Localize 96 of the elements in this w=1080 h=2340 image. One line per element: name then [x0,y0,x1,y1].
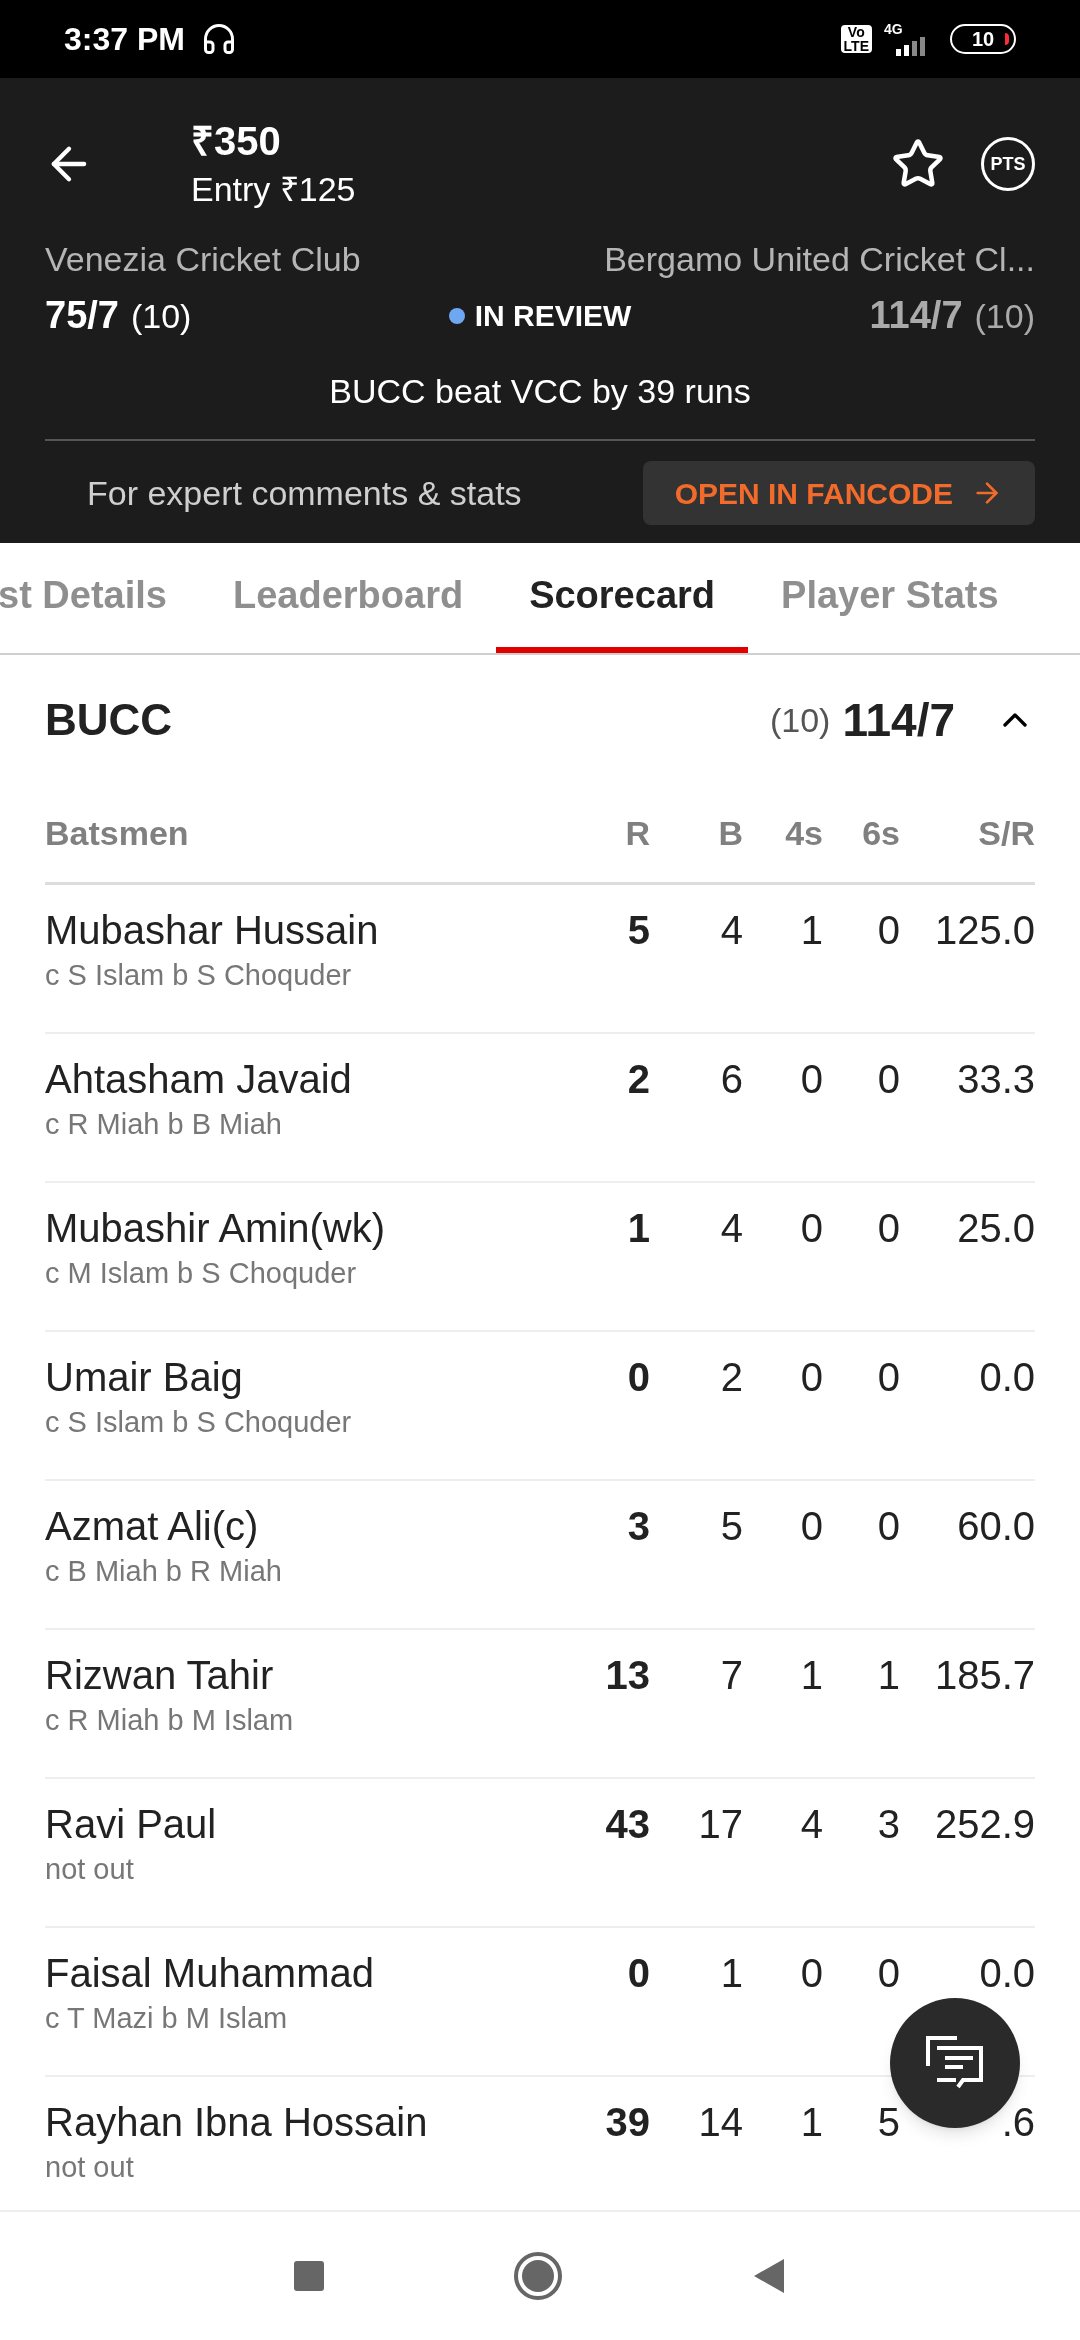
table-cell-text: 0 [800,1950,823,1997]
table-cell-text: 0 [877,1354,900,1401]
dismissal-text: c B Miah b R Miah [45,1554,283,1589]
tab[interactable]: Scorecard [496,543,749,653]
batsman-name: Ahtasham Javaid [45,1056,353,1103]
batsman-name: Rizwan Tahir [45,1652,275,1699]
team-overs: (10) [974,296,1035,337]
table-cell-text: 252.9 [934,1801,1035,1848]
tab[interactable]: st Details [0,543,200,653]
column-header: 6s [861,813,900,854]
table-cell-text: 33.3 [957,1056,1035,1103]
dismissal-text: not out [45,1852,135,1887]
dismissal-text: c M Islam b S Choquder [45,1256,358,1291]
table-cell-text: 1 [720,1950,743,1997]
innings-overs: (10) [769,699,831,741]
table-cell-text: 0 [877,1056,900,1103]
status-time: 3:37 PM [64,20,185,59]
promo-text: For expert comments & stats [87,472,522,514]
table-cell-text: 1 [627,1205,650,1252]
table-cell-text: 5 [627,907,650,954]
table-cell-text: 39 [605,2099,650,2146]
table-cell-text: 4 [720,907,743,954]
table-cell-text: 1 [877,1652,900,1699]
team-score: 114/7 [869,293,963,338]
open-fancode-button[interactable]: OPEN IN FANCODE [642,461,1035,525]
batsman-name: Azmat Ali(c) [45,1503,260,1550]
table-cell-text: 1 [800,2099,823,2146]
table-cell-text: 4 [720,1205,743,1252]
table-cell-text: 5 [720,1503,743,1550]
column-header: S/R [977,813,1035,854]
table-cell-text: 1 [800,907,823,954]
team-score: 75/7 [45,293,119,338]
table-cell-text: 0 [877,1950,900,1997]
column-header: R [624,813,650,854]
table-cell-text: 43 [605,1801,650,1848]
chat-icon [926,2036,984,2090]
volte-icon: Vo LTE [840,25,872,53]
batsman-name: Rayhan Ibna Hossain [45,2099,429,2146]
table-cell-text: 13 [605,1652,650,1699]
column-header: Batsmen [45,813,190,854]
batsman-name: Umair Baig [45,1354,244,1401]
dismissal-text: c S Islam b S Choquder [45,1405,353,1440]
tab[interactable]: Player Stats [748,543,1032,653]
table-cell-text: 0.0 [979,1354,1035,1401]
table-cell-text: .6 [1001,2099,1035,2146]
tab[interactable]: Leaderboard [199,543,497,653]
table-cell-text: 6 [720,1056,743,1103]
table-cell-text: 0.0 [979,1950,1035,1997]
table-cell-text: 0 [877,1205,900,1252]
battery-level: 10 [971,29,995,49]
table-cell-text: 3 [627,1503,650,1550]
team-name: Bergamo United Cricket Cl... [604,239,1035,280]
network-type: 4G [884,22,903,36]
dismissal-text: c S Islam b S Choquder [45,958,353,993]
table-cell-text: 14 [698,2099,743,2146]
batsman-name: Mubashar Hussain [45,907,380,954]
back-icon[interactable] [752,2257,786,2295]
dismissal-text: c T Mazi b M Islam [45,2001,289,2036]
column-header: B [717,813,743,854]
table-cell-text: 0 [800,1503,823,1550]
match-status: IN REVIEW [474,298,632,334]
table-cell-text: 17 [698,1801,743,1848]
team-name: Venezia Cricket Club [45,239,361,280]
table-cell-text: 25.0 [957,1205,1035,1252]
table-cell-text: 7 [720,1652,743,1699]
home-icon[interactable] [514,2252,562,2300]
table-cell-text: 4 [800,1801,823,1848]
dismissal-text: c R Miah b B Miah [45,1107,283,1142]
table-cell-text: 0 [877,907,900,954]
batsman-name: Ravi Paul [45,1801,218,1848]
table-cell-text: 0 [877,1503,900,1550]
table-cell-text: 2 [627,1056,650,1103]
batsman-name: Faisal Muhammad [45,1950,375,1997]
table-cell-text: 60.0 [957,1503,1035,1550]
innings-score: 114/7 [842,692,955,748]
column-header: 4s [784,813,823,854]
table-cell-text: 0 [800,1056,823,1103]
table-cell-text: 125.0 [934,907,1035,954]
table-cell-text: 5 [877,2099,900,2146]
table-cell-text: 3 [877,1801,900,1848]
innings-team: BUCC [45,694,174,746]
entry-fee: Entry ₹125 [191,169,356,210]
table-cell-text: 0 [627,1354,650,1401]
match-result: BUCC beat VCC by 39 runs [329,371,751,412]
batsman-name: Mubashir Amin(wk) [45,1205,387,1252]
dismissal-text: c R Miah b M Islam [45,1703,295,1738]
prize-amount: ₹350 [191,118,282,165]
points-button[interactable]: PTS [981,137,1035,191]
team-overs: (10) [130,296,192,337]
table-cell-text: 2 [720,1354,743,1401]
dismissal-text: not out [45,2150,135,2185]
table-cell-text: 1 [800,1652,823,1699]
table-cell-text: 0 [627,1950,650,1997]
table-cell-text: 0 [800,1354,823,1401]
table-cell-text: 0 [800,1205,823,1252]
table-cell-text: 185.7 [934,1652,1035,1699]
